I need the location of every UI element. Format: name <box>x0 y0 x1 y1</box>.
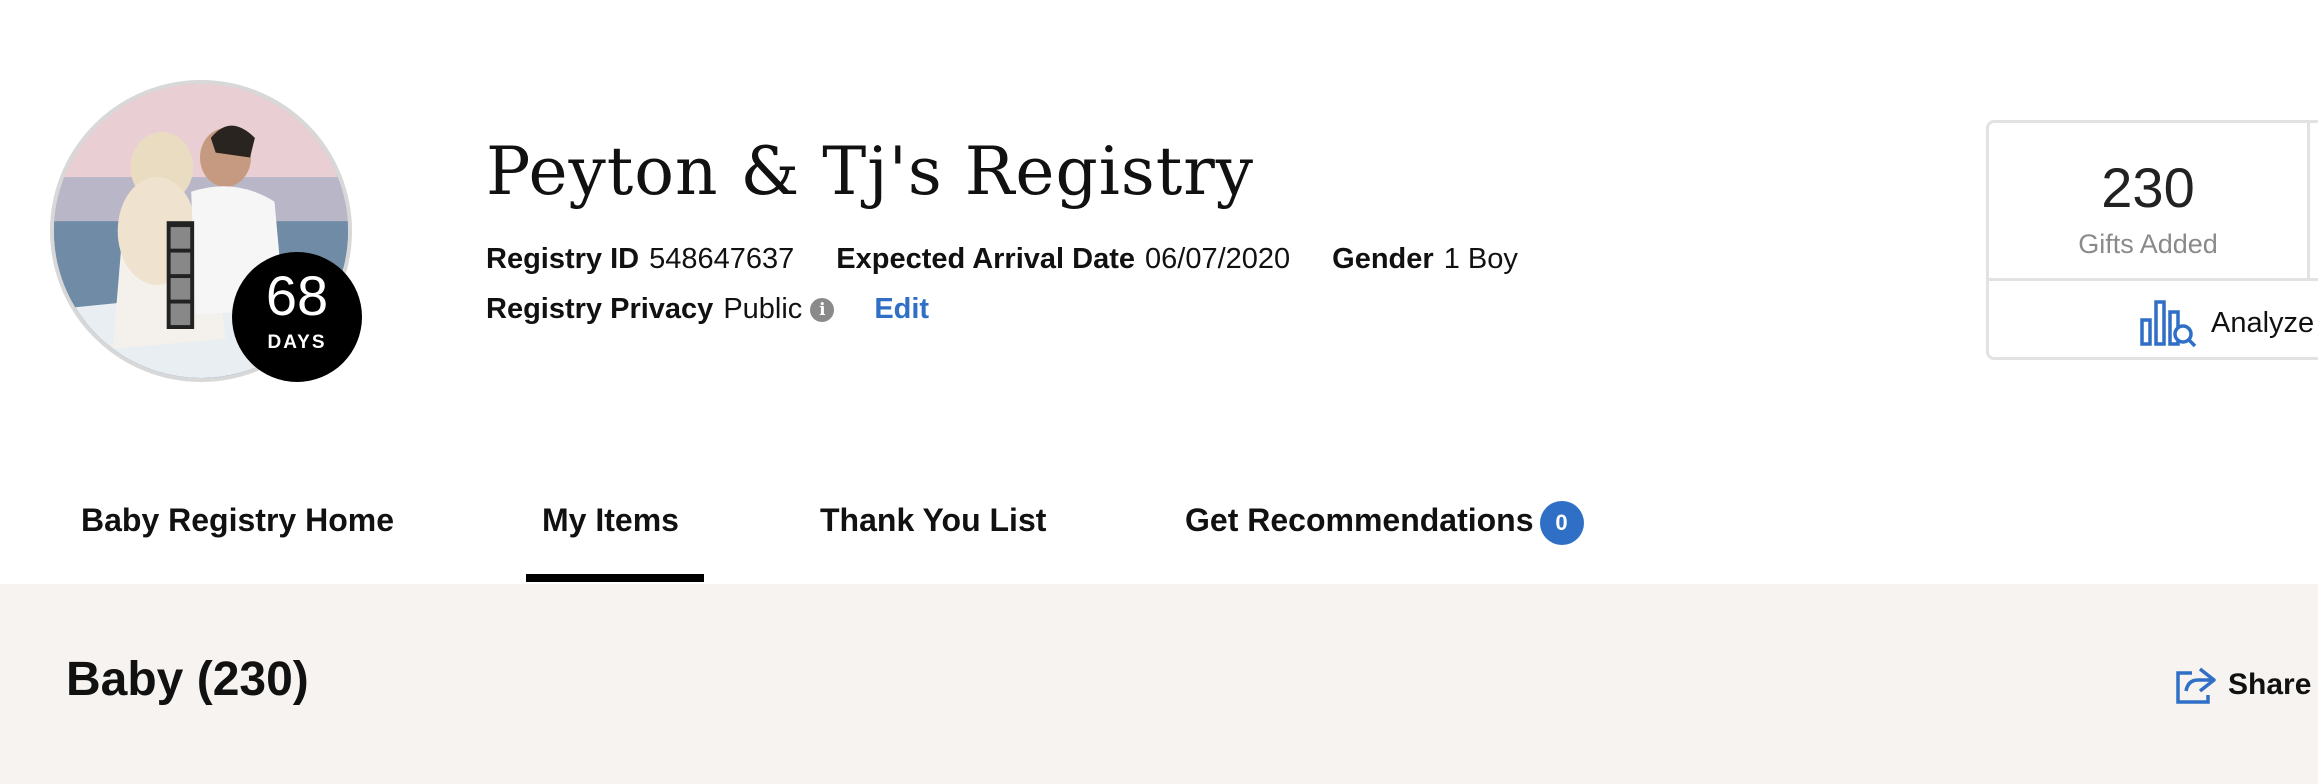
edit-privacy-link[interactable]: Edit <box>874 293 929 325</box>
arrival-date-label: Expected Arrival Date <box>836 243 1135 275</box>
registry-id-label: Registry ID <box>486 243 640 275</box>
active-tab-indicator <box>526 574 704 582</box>
stats-card: 230 Gifts Added Analyze <box>1986 120 2318 360</box>
gifts-added-label: Gifts Added <box>2078 229 2218 259</box>
registry-title: Peyton & Tj's Registry <box>486 133 1255 210</box>
stats-divider <box>2307 123 2310 281</box>
registry-privacy-row: Registry Privacy Public i Edit <box>486 288 929 330</box>
bar-chart-search-icon <box>2140 300 2197 348</box>
privacy-value: Public <box>723 293 803 325</box>
tab-baby-registry-home[interactable]: Baby Registry Home <box>81 495 394 545</box>
registry-id-value: 548647637 <box>649 243 795 275</box>
tab-get-recommendations[interactable]: Get Recommendations 0 <box>1185 495 1584 545</box>
tab-my-items[interactable]: My Items <box>542 495 679 545</box>
days-countdown-badge: 68 DAYS <box>232 252 362 382</box>
section-title: Baby (230) <box>66 653 309 706</box>
days-count: 68 <box>265 264 329 327</box>
gender-value: 1 Boy <box>1443 243 1518 275</box>
stats-divider <box>1989 278 2318 281</box>
gifts-added-count: 230 <box>2101 156 2195 219</box>
gender-label: Gender <box>1332 243 1434 275</box>
registry-meta-row: Registry ID 548647637 Expected Arrival Dat… <box>486 238 1518 280</box>
items-section: Baby (230) Share <box>0 584 2318 784</box>
analyze-label: Analyze <box>2211 306 2315 339</box>
recommendations-count-badge: 0 <box>1539 500 1584 545</box>
tab-get-recommendations-label: Get Recommendations <box>1185 502 1534 538</box>
info-icon[interactable]: i <box>810 298 835 323</box>
share-icon <box>2176 667 2216 704</box>
share-button[interactable]: Share <box>2174 660 2311 710</box>
tab-thank-you-list[interactable]: Thank You List <box>820 495 1046 545</box>
days-label: DAYS <box>267 332 327 353</box>
privacy-label: Registry Privacy <box>486 293 714 325</box>
share-label: Share <box>2228 668 2312 701</box>
arrival-date-value: 06/07/2020 <box>1145 243 1291 275</box>
analyze-button[interactable]: Analyze <box>2139 295 2314 351</box>
registry-tabs: Baby Registry Home My Items Thank You Li… <box>0 495 2318 585</box>
